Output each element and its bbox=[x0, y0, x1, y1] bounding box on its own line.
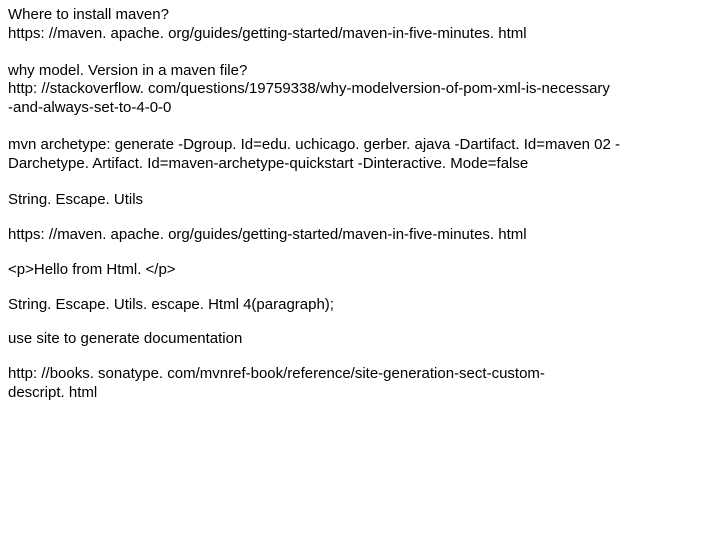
text-line: use site to generate documentation bbox=[8, 330, 712, 349]
text-line: Where to install maven? bbox=[8, 6, 712, 25]
text-line: String. Escape. Utils. escape. Html 4(pa… bbox=[8, 296, 712, 315]
text-block: why model. Version in a maven file? http… bbox=[8, 62, 712, 118]
text-block: use site to generate documentation bbox=[8, 330, 712, 349]
text-line: <p>Hello from Html. </p> bbox=[8, 261, 712, 280]
text-line: https: //maven. apache. org/guides/getti… bbox=[8, 25, 712, 44]
text-line: Darchetype. Artifact. Id=maven-archetype… bbox=[8, 155, 712, 174]
document-page: Where to install maven? https: //maven. … bbox=[0, 0, 720, 427]
text-block: Where to install maven? https: //maven. … bbox=[8, 6, 712, 44]
text-block: <p>Hello from Html. </p> bbox=[8, 261, 712, 280]
text-block: mvn archetype: generate -Dgroup. Id=edu.… bbox=[8, 136, 712, 174]
text-block: String. Escape. Utils bbox=[8, 191, 712, 210]
text-block: String. Escape. Utils. escape. Html 4(pa… bbox=[8, 296, 712, 315]
text-line: why model. Version in a maven file? bbox=[8, 62, 712, 81]
text-line: String. Escape. Utils bbox=[8, 191, 712, 210]
text-block: https: //maven. apache. org/guides/getti… bbox=[8, 226, 712, 245]
text-line: http: //books. sonatype. com/mvnref-book… bbox=[8, 365, 712, 384]
text-line: http: //stackoverflow. com/questions/197… bbox=[8, 80, 712, 99]
text-line: mvn archetype: generate -Dgroup. Id=edu.… bbox=[8, 136, 712, 155]
text-line: -and-always-set-to-4-0-0 bbox=[8, 99, 712, 118]
text-line: descript. html bbox=[8, 384, 712, 403]
text-line: https: //maven. apache. org/guides/getti… bbox=[8, 226, 712, 245]
text-block: http: //books. sonatype. com/mvnref-book… bbox=[8, 365, 712, 403]
